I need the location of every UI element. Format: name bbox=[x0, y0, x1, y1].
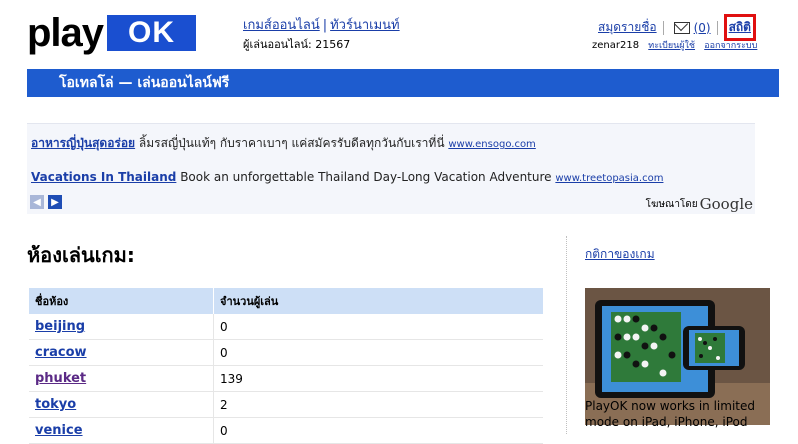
ad-text: ลิ้มรสญี่ปุ่นแท้ๆ กับราคาเบาๆ แค่สมัครรั… bbox=[138, 136, 445, 150]
players-online: ผู้เล่นออนไลน์: 21567 bbox=[243, 35, 350, 53]
rooms-table: ชื่อห้อง จำนวนผู้เล่น beijing 0 cracow 0… bbox=[29, 288, 543, 444]
table-row: beijing 0 bbox=[29, 314, 543, 340]
ad-url-link[interactable]: www.treetopasia.com bbox=[555, 173, 663, 184]
ad-title-link[interactable]: Vacations In Thailand bbox=[31, 170, 176, 184]
room-players-cell: 139 bbox=[213, 365, 543, 392]
ad-item: อาหารญี่ปุ่นสุดอร่อย ลิ้มรสญี่ปุ่นแท้ๆ ก… bbox=[31, 134, 536, 153]
room-name-cell: phuket bbox=[29, 365, 214, 392]
room-name-cell: venice bbox=[29, 417, 214, 444]
room-link[interactable]: cracow bbox=[35, 345, 87, 360]
rooms-heading: ห้องเล่นเกม: bbox=[27, 243, 135, 267]
room-name-cell: beijing bbox=[29, 314, 214, 340]
column-header-room: ชื่อห้อง bbox=[29, 288, 214, 314]
room-link[interactable]: venice bbox=[35, 423, 83, 438]
tournaments-link[interactable]: ทัวร์นาเมนท์ bbox=[330, 18, 400, 33]
room-link[interactable]: tokyo bbox=[35, 397, 76, 412]
ad-next-arrow-icon[interactable]: ▶ bbox=[48, 195, 62, 209]
room-players-cell: 0 bbox=[213, 339, 543, 366]
players-online-count: 21567 bbox=[315, 38, 351, 51]
ad-item: Vacations In Thailand Book an unforgetta… bbox=[31, 170, 663, 184]
ads-block: อาหารญี่ปุ่นสุดอร่อย ลิ้มรสญี่ปุ่นแท้ๆ ก… bbox=[27, 123, 755, 214]
top-nav: เกมส์ออนไลน์ | ทัวร์นาเมนท์ bbox=[243, 14, 400, 35]
logo-ok-badge: OK bbox=[107, 15, 197, 51]
table-row: venice 0 bbox=[29, 417, 543, 444]
room-name-cell: cracow bbox=[29, 339, 214, 366]
google-logo: Google bbox=[699, 195, 753, 213]
mail-icon[interactable] bbox=[673, 21, 690, 34]
messages-count-link[interactable]: (0) bbox=[694, 21, 711, 35]
table-row: phuket 139 bbox=[29, 365, 543, 392]
user-row: zenar218 ทะเบียนผู้ใช้ ออกจากระบบ bbox=[592, 38, 757, 52]
right-sidebar: กติกาของเกม PlayOK now works in limited … bbox=[566, 236, 798, 434]
table-row: cracow 0 bbox=[29, 339, 543, 366]
room-players-cell: 2 bbox=[213, 391, 543, 418]
table-row: tokyo 2 bbox=[29, 391, 543, 418]
table-header-row: ชื่อห้อง จำนวนผู้เล่น bbox=[29, 288, 543, 314]
stats-link[interactable]: สถิติ bbox=[723, 14, 756, 41]
column-header-players: จำนวนผู้เล่น bbox=[213, 288, 543, 314]
room-players-cell: 0 bbox=[213, 417, 543, 444]
ad-url-link[interactable]: www.ensogo.com bbox=[448, 139, 535, 150]
players-online-label: ผู้เล่นออนไลน์: bbox=[243, 38, 312, 51]
page-title-banner: โอเทลโล่ — เล่นออนไลน์ฟรี bbox=[27, 69, 779, 97]
username: zenar218 bbox=[592, 40, 640, 51]
room-link[interactable]: phuket bbox=[35, 371, 86, 386]
ad-text: Book an unforgettable Thailand Day-Long … bbox=[180, 170, 552, 184]
room-link[interactable]: beijing bbox=[35, 319, 85, 334]
game-rules-link[interactable]: กติกาของเกม bbox=[585, 245, 655, 264]
address-book-link[interactable]: สมุดรายชื่อ bbox=[598, 18, 657, 37]
page-title: โอเทลโล่ — เล่นออนไลน์ฟรี bbox=[59, 75, 230, 91]
logo-play-text: play bbox=[27, 11, 104, 55]
ad-title-link[interactable]: อาหารญี่ปุ่นสุดอร่อย bbox=[31, 136, 135, 150]
ad-prev-arrow-icon[interactable]: ◀ bbox=[30, 195, 44, 209]
games-online-link[interactable]: เกมส์ออนไลน์ bbox=[243, 18, 320, 33]
ads-by-label: โฆษณาโดย bbox=[645, 198, 698, 210]
playok-logo[interactable]: play OK bbox=[27, 11, 197, 55]
register-link[interactable]: ทะเบียนผู้ใช้ bbox=[648, 41, 695, 51]
ads-by-google[interactable]: โฆษณาโดย Google bbox=[646, 195, 753, 213]
room-players-cell: 0 bbox=[213, 314, 543, 340]
promo-text: PlayOK now works in limited mode on iPad… bbox=[585, 399, 755, 429]
account-nav: สมุดรายชื่อ (0) สถิติ bbox=[598, 14, 756, 41]
nav-separator: | bbox=[322, 18, 328, 33]
nav-divider bbox=[716, 20, 718, 35]
logout-link[interactable]: ออกจากระบบ bbox=[704, 41, 757, 51]
nav-divider bbox=[662, 20, 664, 35]
room-name-cell: tokyo bbox=[29, 391, 214, 418]
